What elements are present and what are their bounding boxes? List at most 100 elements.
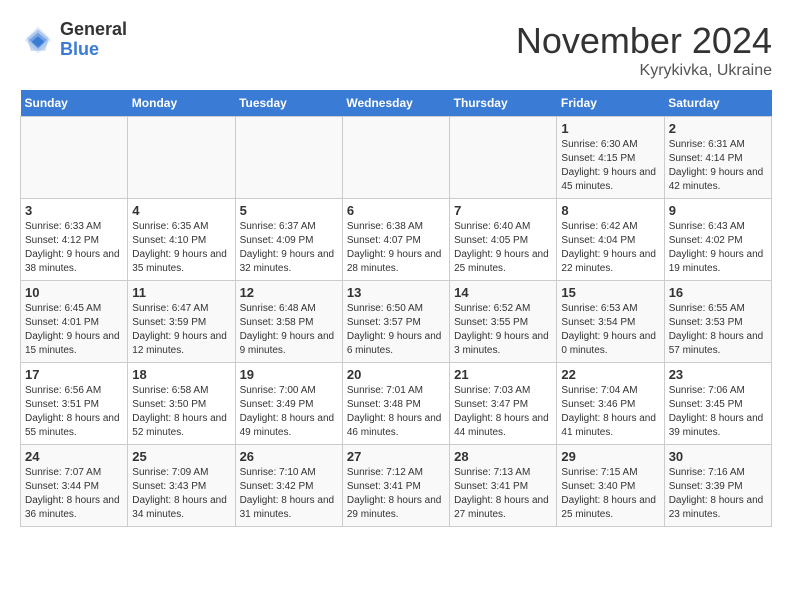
day-number: 24 xyxy=(25,449,123,464)
day-number: 14 xyxy=(454,285,552,300)
calendar-week-row: 3 Sunrise: 6:33 AM Sunset: 4:12 PM Daylig… xyxy=(21,199,772,281)
calendar-table: Sunday Monday Tuesday Wednesday Thursday… xyxy=(20,90,772,527)
logo: General Blue xyxy=(20,20,127,60)
day-number: 20 xyxy=(347,367,445,382)
day-number: 6 xyxy=(347,203,445,218)
day-info: Sunrise: 6:53 AM Sunset: 3:54 PM Dayligh… xyxy=(561,302,659,358)
calendar-week-row: 10 Sunrise: 6:45 AM Sunset: 4:01 PM Dayli… xyxy=(21,281,772,363)
table-row: 13Sunrise: 6:50 AM Sunset: 3:57 PM Dayli… xyxy=(342,281,449,363)
table-row: 10 Sunrise: 6:45 AM Sunset: 4:01 PM Dayli… xyxy=(21,281,128,363)
table-row: 17 Sunrise: 6:56 AM Sunset: 3:51 PM Dayli… xyxy=(21,363,128,445)
table-row: 4 Sunrise: 6:35 AM Sunset: 4:10 PM Daylig… xyxy=(128,199,235,281)
header-wednesday: Wednesday xyxy=(342,90,449,117)
header-saturday: Saturday xyxy=(664,90,771,117)
day-info: Sunrise: 6:56 AM Sunset: 3:51 PM Dayligh… xyxy=(25,384,123,440)
header-thursday: Thursday xyxy=(450,90,557,117)
day-info: Sunrise: 6:45 AM Sunset: 4:01 PM Dayligh… xyxy=(25,302,123,358)
day-info: Sunrise: 6:35 AM Sunset: 4:10 PM Dayligh… xyxy=(132,220,230,276)
calendar-week-row: 1 Sunrise: 6:30 AM Sunset: 4:15 PM Daylig… xyxy=(21,117,772,199)
header-tuesday: Tuesday xyxy=(235,90,342,117)
table-row: 7 Sunrise: 6:40 AM Sunset: 4:05 PM Daylig… xyxy=(450,199,557,281)
day-number: 5 xyxy=(240,203,338,218)
day-number: 10 xyxy=(25,285,123,300)
day-number: 27 xyxy=(347,449,445,464)
day-number: 25 xyxy=(132,449,230,464)
day-info: Sunrise: 7:07 AM Sunset: 3:44 PM Dayligh… xyxy=(25,466,123,522)
calendar-week-row: 24 Sunrise: 7:07 AM Sunset: 3:44 PM Dayli… xyxy=(21,445,772,527)
table-row: 9Sunrise: 6:43 AM Sunset: 4:02 PM Daylig… xyxy=(664,199,771,281)
table-row: 21Sunrise: 7:03 AM Sunset: 3:47 PM Dayli… xyxy=(450,363,557,445)
header-friday: Friday xyxy=(557,90,664,117)
day-number: 17 xyxy=(25,367,123,382)
title-section: November 2024 Kyrykivka, Ukraine xyxy=(516,20,772,80)
day-number: 19 xyxy=(240,367,338,382)
day-info: Sunrise: 7:13 AM Sunset: 3:41 PM Dayligh… xyxy=(454,466,552,522)
table-row: 19 Sunrise: 7:00 AM Sunset: 3:49 PM Dayli… xyxy=(235,363,342,445)
day-info: Sunrise: 6:58 AM Sunset: 3:50 PM Dayligh… xyxy=(132,384,230,440)
day-number: 15 xyxy=(561,285,659,300)
day-info: Sunrise: 6:38 AM Sunset: 4:07 PM Dayligh… xyxy=(347,220,445,276)
day-number: 30 xyxy=(669,449,767,464)
day-info: Sunrise: 7:00 AM Sunset: 3:49 PM Dayligh… xyxy=(240,384,338,440)
table-row: 22 Sunrise: 7:04 AM Sunset: 3:46 PM Dayli… xyxy=(557,363,664,445)
table-row: 14Sunrise: 6:52 AM Sunset: 3:55 PM Dayli… xyxy=(450,281,557,363)
day-number: 2 xyxy=(669,121,767,136)
day-info: Sunrise: 6:37 AM Sunset: 4:09 PM Dayligh… xyxy=(240,220,338,276)
table-row: 15 Sunrise: 6:53 AM Sunset: 3:54 PM Dayli… xyxy=(557,281,664,363)
table-row: 6 Sunrise: 6:38 AM Sunset: 4:07 PM Daylig… xyxy=(342,199,449,281)
calendar-week-row: 17 Sunrise: 6:56 AM Sunset: 3:51 PM Dayli… xyxy=(21,363,772,445)
day-number: 1 xyxy=(561,121,659,136)
table-row: 26 Sunrise: 7:10 AM Sunset: 3:42 PM Dayli… xyxy=(235,445,342,527)
day-number: 26 xyxy=(240,449,338,464)
table-row: 18 Sunrise: 6:58 AM Sunset: 3:50 PM Dayli… xyxy=(128,363,235,445)
day-info: Sunrise: 6:30 AM Sunset: 4:15 PM Dayligh… xyxy=(561,138,659,194)
page-header: General Blue November 2024 Kyrykivka, Uk… xyxy=(20,20,772,80)
day-info: Sunrise: 6:55 AM Sunset: 3:53 PM Dayligh… xyxy=(669,302,767,358)
table-row: 11 Sunrise: 6:47 AM Sunset: 3:59 PM Dayli… xyxy=(128,281,235,363)
table-row: 5 Sunrise: 6:37 AM Sunset: 4:09 PM Daylig… xyxy=(235,199,342,281)
day-number: 23 xyxy=(669,367,767,382)
table-row: 30 Sunrise: 7:16 AM Sunset: 3:39 PM Dayli… xyxy=(664,445,771,527)
table-row: 16Sunrise: 6:55 AM Sunset: 3:53 PM Dayli… xyxy=(664,281,771,363)
day-info: Sunrise: 7:04 AM Sunset: 3:46 PM Dayligh… xyxy=(561,384,659,440)
table-row xyxy=(128,117,235,199)
day-number: 11 xyxy=(132,285,230,300)
table-row: 3 Sunrise: 6:33 AM Sunset: 4:12 PM Daylig… xyxy=(21,199,128,281)
table-row: 25 Sunrise: 7:09 AM Sunset: 3:43 PM Dayli… xyxy=(128,445,235,527)
table-row: 20 Sunrise: 7:01 AM Sunset: 3:48 PM Dayli… xyxy=(342,363,449,445)
day-info: Sunrise: 6:42 AM Sunset: 4:04 PM Dayligh… xyxy=(561,220,659,276)
header-sunday: Sunday xyxy=(21,90,128,117)
day-number: 7 xyxy=(454,203,552,218)
day-info: Sunrise: 7:06 AM Sunset: 3:45 PM Dayligh… xyxy=(669,384,767,440)
table-row: 12 Sunrise: 6:48 AM Sunset: 3:58 PM Dayli… xyxy=(235,281,342,363)
table-row: 1 Sunrise: 6:30 AM Sunset: 4:15 PM Daylig… xyxy=(557,117,664,199)
day-info: Sunrise: 7:01 AM Sunset: 3:48 PM Dayligh… xyxy=(347,384,445,440)
day-info: Sunrise: 6:31 AM Sunset: 4:14 PM Dayligh… xyxy=(669,138,767,194)
day-info: Sunrise: 7:12 AM Sunset: 3:41 PM Dayligh… xyxy=(347,466,445,522)
day-number: 12 xyxy=(240,285,338,300)
day-number: 9 xyxy=(669,203,767,218)
day-number: 29 xyxy=(561,449,659,464)
location-subtitle: Kyrykivka, Ukraine xyxy=(516,62,772,80)
table-row: 8Sunrise: 6:42 AM Sunset: 4:04 PM Daylig… xyxy=(557,199,664,281)
day-number: 3 xyxy=(25,203,123,218)
day-info: Sunrise: 7:15 AM Sunset: 3:40 PM Dayligh… xyxy=(561,466,659,522)
day-number: 4 xyxy=(132,203,230,218)
day-number: 18 xyxy=(132,367,230,382)
day-info: Sunrise: 6:33 AM Sunset: 4:12 PM Dayligh… xyxy=(25,220,123,276)
day-number: 28 xyxy=(454,449,552,464)
logo-icon xyxy=(20,22,56,58)
day-info: Sunrise: 6:47 AM Sunset: 3:59 PM Dayligh… xyxy=(132,302,230,358)
month-title: November 2024 xyxy=(516,20,772,62)
table-row xyxy=(21,117,128,199)
day-info: Sunrise: 7:10 AM Sunset: 3:42 PM Dayligh… xyxy=(240,466,338,522)
table-row: 2 Sunrise: 6:31 AM Sunset: 4:14 PM Daylig… xyxy=(664,117,771,199)
day-info: Sunrise: 7:09 AM Sunset: 3:43 PM Dayligh… xyxy=(132,466,230,522)
day-info: Sunrise: 7:16 AM Sunset: 3:39 PM Dayligh… xyxy=(669,466,767,522)
table-row: 27 Sunrise: 7:12 AM Sunset: 3:41 PM Dayli… xyxy=(342,445,449,527)
day-info: Sunrise: 6:48 AM Sunset: 3:58 PM Dayligh… xyxy=(240,302,338,358)
table-row xyxy=(342,117,449,199)
table-row: 23 Sunrise: 7:06 AM Sunset: 3:45 PM Dayli… xyxy=(664,363,771,445)
day-number: 22 xyxy=(561,367,659,382)
day-info: Sunrise: 6:40 AM Sunset: 4:05 PM Dayligh… xyxy=(454,220,552,276)
